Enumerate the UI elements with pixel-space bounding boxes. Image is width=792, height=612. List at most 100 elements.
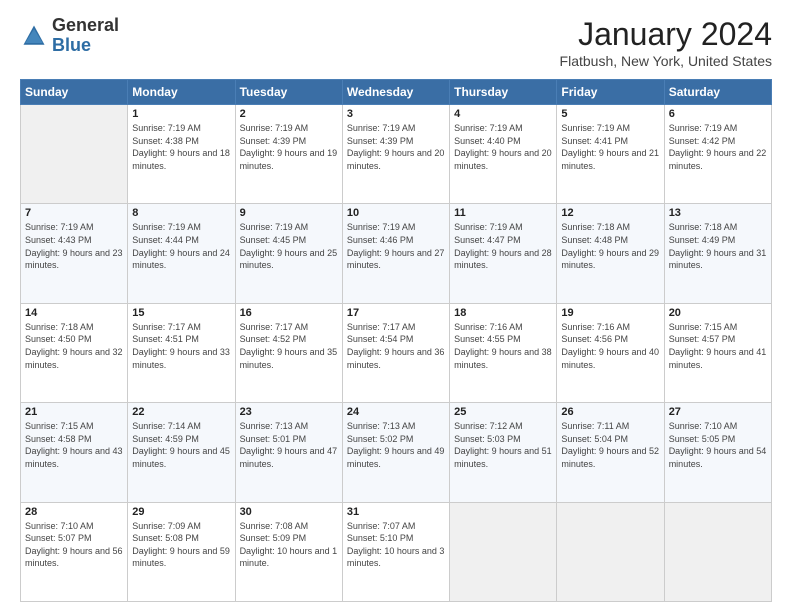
table-row: 16 Sunrise: 7:17 AMSunset: 4:52 PMDayligh… <box>235 303 342 402</box>
day-info: Sunrise: 7:19 AMSunset: 4:44 PMDaylight:… <box>132 221 230 271</box>
day-info: Sunrise: 7:11 AMSunset: 5:04 PMDaylight:… <box>561 420 659 470</box>
day-info: Sunrise: 7:18 AMSunset: 4:50 PMDaylight:… <box>25 321 123 371</box>
table-row: 27Sunrise: 7:10 AMSunset: 5:05 PMDayligh… <box>664 403 771 502</box>
page: General Blue January 2024 Flatbush, New … <box>0 0 792 612</box>
table-row <box>21 105 128 204</box>
day-number: 26 <box>561 406 659 418</box>
day-info: Sunrise: 7:19 AMSunset: 4:39 PMDaylight:… <box>347 122 445 172</box>
day-number: 19 <box>561 307 659 319</box>
day-info: Sunrise: 7:19 AMSunset: 4:39 PMDaylight:… <box>240 122 338 172</box>
table-row: 29 Sunrise: 7:09 AMSunset: 5:08 PMDayligh… <box>128 502 235 601</box>
table-row <box>450 502 557 601</box>
page-title: January 2024 <box>560 16 772 53</box>
calendar-week-row: 21Sunrise: 7:15 AMSunset: 4:58 PMDayligh… <box>21 403 772 502</box>
day-number: 12 <box>561 207 659 219</box>
table-row: 7 Sunrise: 7:19 AMSunset: 4:43 PMDaylight… <box>21 204 128 303</box>
col-tuesday: Tuesday <box>235 80 342 105</box>
day-number: 9 <box>240 207 338 219</box>
table-row: 6 Sunrise: 7:19 AMSunset: 4:42 PMDaylight… <box>664 105 771 204</box>
table-row: 14 Sunrise: 7:18 AMSunset: 4:50 PMDayligh… <box>21 303 128 402</box>
day-info: Sunrise: 7:19 AMSunset: 4:38 PMDaylight:… <box>132 122 230 172</box>
day-info: Sunrise: 7:19 AMSunset: 4:41 PMDaylight:… <box>561 122 659 172</box>
day-info: Sunrise: 7:07 AMSunset: 5:10 PMDaylight:… <box>347 520 445 570</box>
table-row: 15Sunrise: 7:17 AMSunset: 4:51 PMDayligh… <box>128 303 235 402</box>
col-sunday: Sunday <box>21 80 128 105</box>
day-info: Sunrise: 7:18 AMSunset: 4:49 PMDaylight:… <box>669 221 767 271</box>
logo: General Blue <box>20 16 119 56</box>
day-info: Sunrise: 7:13 AMSunset: 5:02 PMDaylight:… <box>347 420 445 470</box>
day-number: 23 <box>240 406 338 418</box>
logo-blue-text: Blue <box>52 35 91 55</box>
day-number: 30 <box>240 506 338 518</box>
table-row: 30 Sunrise: 7:08 AMSunset: 5:09 PMDayligh… <box>235 502 342 601</box>
table-row: 8 Sunrise: 7:19 AMSunset: 4:44 PMDaylight… <box>128 204 235 303</box>
col-friday: Friday <box>557 80 664 105</box>
table-row: 1 Sunrise: 7:19 AMSunset: 4:38 PMDaylight… <box>128 105 235 204</box>
day-info: Sunrise: 7:14 AMSunset: 4:59 PMDaylight:… <box>132 420 230 470</box>
col-thursday: Thursday <box>450 80 557 105</box>
day-info: Sunrise: 7:19 AMSunset: 4:47 PMDaylight:… <box>454 221 552 271</box>
day-info: Sunrise: 7:19 AMSunset: 4:46 PMDaylight:… <box>347 221 445 271</box>
table-row: 26 Sunrise: 7:11 AMSunset: 5:04 PMDayligh… <box>557 403 664 502</box>
header: General Blue January 2024 Flatbush, New … <box>20 16 772 69</box>
day-number: 10 <box>347 207 445 219</box>
day-info: Sunrise: 7:17 AMSunset: 4:54 PMDaylight:… <box>347 321 445 371</box>
day-info: Sunrise: 7:17 AMSunset: 4:51 PMDaylight:… <box>132 321 230 371</box>
title-block: January 2024 Flatbush, New York, United … <box>560 16 772 69</box>
logo-general-text: General <box>52 15 119 35</box>
day-info: Sunrise: 7:17 AMSunset: 4:52 PMDaylight:… <box>240 321 338 371</box>
calendar-table: Sunday Monday Tuesday Wednesday Thursday… <box>20 79 772 602</box>
table-row: 9Sunrise: 7:19 AMSunset: 4:45 PMDaylight… <box>235 204 342 303</box>
calendar-week-row: 1 Sunrise: 7:19 AMSunset: 4:38 PMDaylight… <box>21 105 772 204</box>
day-number: 18 <box>454 307 552 319</box>
day-number: 29 <box>132 506 230 518</box>
table-row: 23Sunrise: 7:13 AMSunset: 5:01 PMDayligh… <box>235 403 342 502</box>
day-info: Sunrise: 7:18 AMSunset: 4:48 PMDaylight:… <box>561 221 659 271</box>
day-number: 16 <box>240 307 338 319</box>
table-row: 3 Sunrise: 7:19 AMSunset: 4:39 PMDaylight… <box>342 105 449 204</box>
day-number: 24 <box>347 406 445 418</box>
table-row <box>664 502 771 601</box>
table-row: 28Sunrise: 7:10 AMSunset: 5:07 PMDayligh… <box>21 502 128 601</box>
day-info: Sunrise: 7:19 AMSunset: 4:40 PMDaylight:… <box>454 122 552 172</box>
day-info: Sunrise: 7:09 AMSunset: 5:08 PMDaylight:… <box>132 520 230 570</box>
day-number: 8 <box>132 207 230 219</box>
day-number: 6 <box>669 108 767 120</box>
table-row: 17Sunrise: 7:17 AMSunset: 4:54 PMDayligh… <box>342 303 449 402</box>
day-number: 27 <box>669 406 767 418</box>
day-number: 14 <box>25 307 123 319</box>
day-info: Sunrise: 7:16 AMSunset: 4:55 PMDaylight:… <box>454 321 552 371</box>
day-info: Sunrise: 7:19 AMSunset: 4:42 PMDaylight:… <box>669 122 767 172</box>
day-info: Sunrise: 7:19 AMSunset: 4:43 PMDaylight:… <box>25 221 123 271</box>
day-number: 3 <box>347 108 445 120</box>
day-info: Sunrise: 7:12 AMSunset: 5:03 PMDaylight:… <box>454 420 552 470</box>
table-row: 31 Sunrise: 7:07 AMSunset: 5:10 PMDayligh… <box>342 502 449 601</box>
logo-text: General Blue <box>52 16 119 56</box>
day-number: 31 <box>347 506 445 518</box>
calendar-week-row: 14 Sunrise: 7:18 AMSunset: 4:50 PMDayligh… <box>21 303 772 402</box>
table-row: 18 Sunrise: 7:16 AMSunset: 4:55 PMDayligh… <box>450 303 557 402</box>
day-number: 20 <box>669 307 767 319</box>
table-row <box>557 502 664 601</box>
table-row: 12 Sunrise: 7:18 AMSunset: 4:48 PMDayligh… <box>557 204 664 303</box>
col-saturday: Saturday <box>664 80 771 105</box>
calendar-header-row: Sunday Monday Tuesday Wednesday Thursday… <box>21 80 772 105</box>
day-number: 11 <box>454 207 552 219</box>
day-info: Sunrise: 7:08 AMSunset: 5:09 PMDaylight:… <box>240 520 338 570</box>
table-row: 10 Sunrise: 7:19 AMSunset: 4:46 PMDayligh… <box>342 204 449 303</box>
table-row: 24 Sunrise: 7:13 AMSunset: 5:02 PMDayligh… <box>342 403 449 502</box>
day-number: 25 <box>454 406 552 418</box>
table-row: 19Sunrise: 7:16 AMSunset: 4:56 PMDayligh… <box>557 303 664 402</box>
day-number: 7 <box>25 207 123 219</box>
day-number: 1 <box>132 108 230 120</box>
day-number: 21 <box>25 406 123 418</box>
table-row: 5Sunrise: 7:19 AMSunset: 4:41 PMDaylight… <box>557 105 664 204</box>
col-wednesday: Wednesday <box>342 80 449 105</box>
day-number: 28 <box>25 506 123 518</box>
logo-icon <box>20 22 48 50</box>
page-subtitle: Flatbush, New York, United States <box>560 53 772 69</box>
day-info: Sunrise: 7:15 AMSunset: 4:57 PMDaylight:… <box>669 321 767 371</box>
day-number: 4 <box>454 108 552 120</box>
day-number: 13 <box>669 207 767 219</box>
table-row: 2Sunrise: 7:19 AMSunset: 4:39 PMDaylight… <box>235 105 342 204</box>
